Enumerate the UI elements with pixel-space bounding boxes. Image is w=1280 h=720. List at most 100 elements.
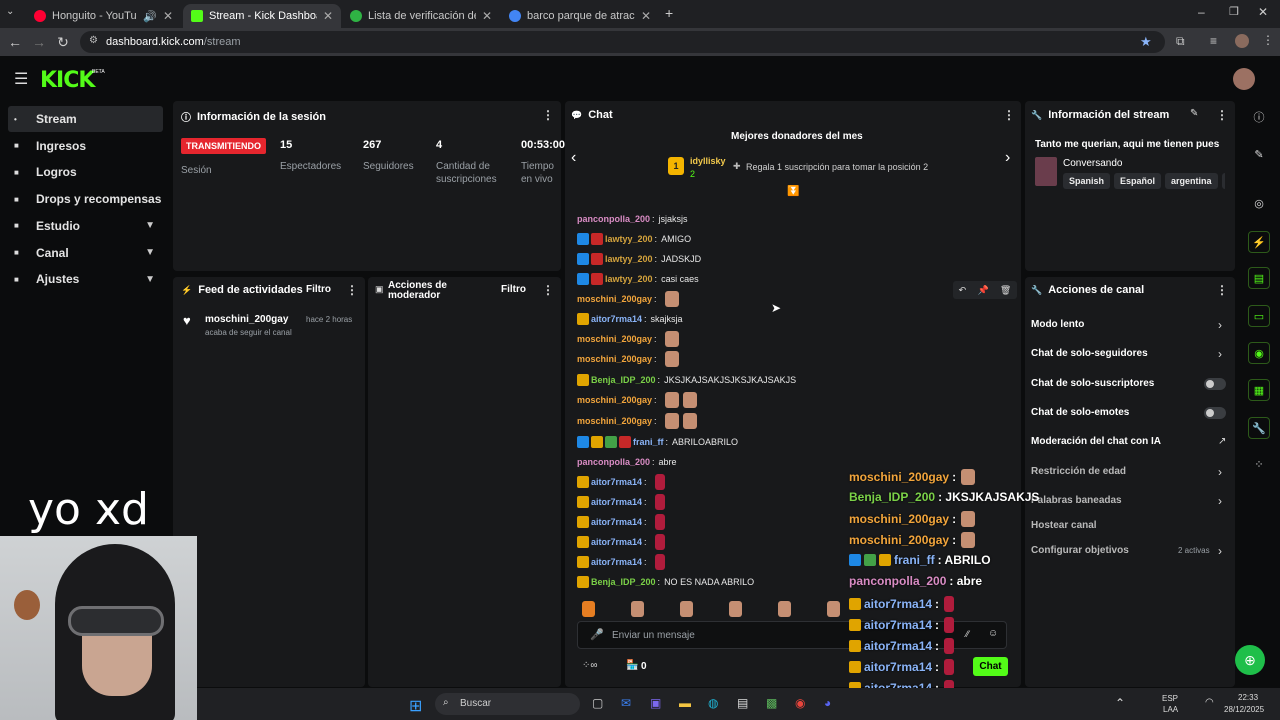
chrome-icon[interactable]: ◉ [795,696,805,710]
sidebar-item-ajustes[interactable]: ■ Ajustes ▼ [8,266,163,292]
chat-message[interactable]: moschini_200gay: [577,331,679,347]
store-app-icon[interactable]: ▤ [737,696,748,710]
keyboard-lang-2[interactable]: LAA [1163,705,1178,714]
chat-message[interactable]: aitor7rma14: [577,474,665,490]
store-icon[interactable]: 🏪 [626,660,638,671]
mic-icon[interactable]: 🎤 [590,628,604,641]
donors-prev-icon[interactable]: ‹ [571,149,576,167]
emote-icon[interactable] [582,601,595,617]
bookmark-star-icon[interactable]: ★ [1140,34,1152,50]
tab-search-icon[interactable]: ⌄ [6,6,14,17]
minimize-icon[interactable]: – [1198,5,1205,19]
external-link-icon[interactable]: ↗ [1218,436,1226,447]
chat-username[interactable]: moschini_200gay [577,416,652,426]
forward-icon[interactable]: → [27,34,51,50]
kick-logo[interactable]: KICK [40,68,95,93]
feed-menu-icon[interactable]: ⋮ [346,283,358,297]
chevron-down-icon[interactable]: ▼ [145,220,155,231]
toggle-switch[interactable] [1204,378,1226,390]
close-icon[interactable]: ✕ [482,9,492,23]
reading-list-icon[interactable]: ≡ [1210,34,1217,48]
chat-message[interactable]: lawtyy_200: JADSKJD [577,252,701,266]
wifi-icon[interactable]: ◠ [1205,697,1214,708]
sidebar-item-estudio[interactable]: ■ Estudio ▼ [8,213,163,239]
taskbar-search[interactable]: ⌕ Buscar [435,693,580,715]
chevron-down-icon[interactable]: ▼ [145,247,155,258]
browser-menu-icon[interactable]: ⋮ [1262,33,1274,47]
chat-message[interactable]: frani_ff: ABRILOABRILO [577,435,738,449]
close-icon[interactable]: ✕ [323,9,333,23]
channel-action-hostear-canal[interactable]: Hostear canal [1031,520,1097,531]
chat-username[interactable]: moschini_200gay [577,294,652,304]
chevron-right-icon[interactable]: › [1218,544,1222,558]
address-bar[interactable]: ⚙ dashboard.kick.com/stream ★ [80,31,1165,53]
tab-checklist[interactable]: Lista de verificación de vida ✕ [342,4,500,28]
edge-icon[interactable]: ◍ [708,696,718,710]
toggle-switch[interactable] [1204,407,1226,419]
chat-message[interactable]: Benja_IDP_200: JKSJKAJSAKJSJKSJKAJSAKJS [577,373,796,387]
chat-message[interactable]: aitor7rma14: [577,534,665,550]
emote-icon[interactable] [729,601,742,617]
chat-message[interactable]: aitor7rma14: [577,494,665,510]
chat-username[interactable]: aitor7rma14 [591,537,642,547]
tab-kick-dashboard[interactable]: Stream - Kick Dashboard ✕ [183,4,341,28]
sidebar-item-stream[interactable]: • Stream [8,106,163,132]
chat-username[interactable]: aitor7rma14 [591,497,642,507]
chat-message[interactable]: moschini_200gay: [577,392,697,408]
feed-filter-button[interactable]: Filtro [306,284,331,295]
tag[interactable]: argentina [1165,173,1218,189]
stream-info-menu-icon[interactable]: ⋮ [1216,108,1228,122]
pencil-icon[interactable]: ✎ [1248,144,1270,166]
extensions-icon[interactable]: ⧉ [1176,34,1185,49]
channel-action-moderación-del-chat-con-ia[interactable]: Moderación del chat con IA [1031,436,1161,447]
chat-message[interactable]: lawtyy_200: AMIGO [577,232,691,246]
chat-bubble-icon[interactable]: ▭ [1248,305,1270,327]
emote-icon[interactable] [778,601,791,617]
chat-username[interactable]: moschini_200gay [577,395,652,405]
tag[interactable]: ch [1221,173,1225,189]
edit-icon[interactable]: ✎ [1190,108,1198,119]
delete-icon[interactable]: 🗑 [1000,285,1011,296]
chat-username[interactable]: panconpolla_200 [577,457,650,467]
chat-username[interactable]: aitor7rma14 [591,517,642,527]
grid-icon[interactable]: ▦ [1248,379,1270,401]
chat-username[interactable]: panconpolla_200 [577,214,650,224]
emote-icon[interactable] [680,601,693,617]
task-view-icon[interactable]: ▢ [592,696,603,710]
window-close-icon[interactable]: ✕ [1258,5,1268,19]
back-icon[interactable]: ← [3,34,27,50]
chat-message[interactable]: aitor7rma14: skajksja [577,312,683,326]
tab-youtube-music[interactable]: Honguito - YouTube Music 🔊 ✕ [26,4,181,28]
clock-date[interactable]: 28/12/2025 [1224,705,1264,714]
new-tab-icon[interactable]: + [665,5,673,21]
chat-username[interactable]: aitor7rma14 [591,314,642,324]
chat-username[interactable]: lawtyy_200 [605,254,653,264]
chat-message[interactable]: moschini_200gay: [577,291,679,307]
chat-username[interactable]: moschini_200gay [577,354,652,364]
chat-message[interactable]: moschini_200gay: [577,413,697,429]
chevron-down-icon[interactable]: ▼ [145,274,155,285]
scroll-down-icon[interactable]: ⏬ [787,186,799,197]
chat-message[interactable]: aitor7rma14: [577,514,665,530]
hamburger-icon[interactable]: ☰ [14,69,28,89]
site-info-icon[interactable]: ⚙ [89,35,98,46]
tray-chevron-icon[interactable]: ⌃ [1115,696,1125,710]
chevron-right-icon[interactable]: › [1218,318,1222,332]
support-button[interactable]: ⊕ [1235,645,1265,675]
sidebar-item-canal[interactable]: ■ Canal ▼ [8,240,163,266]
feed-item-user[interactable]: moschini_200gay [205,314,288,325]
chat-message[interactable]: panconpolla_200: jsjaksjs [577,212,688,226]
emoji-icon[interactable]: ☺ [988,628,998,639]
chat-message[interactable]: panconpolla_200: abre [577,455,677,469]
channel-action-chat-de-solo-seguidores[interactable]: Chat de solo-seguidores [1031,348,1148,359]
pin-icon[interactable]: 📌 [977,285,988,296]
emote-icon[interactable] [631,601,644,617]
chat-username[interactable]: moschini_200gay [577,334,652,344]
channel-action-modo-lento[interactable]: Modo lento [1031,319,1084,330]
chat-message[interactable]: Benja_IDP_200: NO ES NADA ABRILO [577,575,754,589]
chat-message[interactable]: aitor7rma14: [577,554,665,570]
tag[interactable]: Español [1114,173,1162,189]
mod-menu-icon[interactable]: ⋮ [542,283,554,297]
category-name[interactable]: Conversando [1063,158,1122,169]
clock-time[interactable]: 22:33 [1238,693,1258,702]
